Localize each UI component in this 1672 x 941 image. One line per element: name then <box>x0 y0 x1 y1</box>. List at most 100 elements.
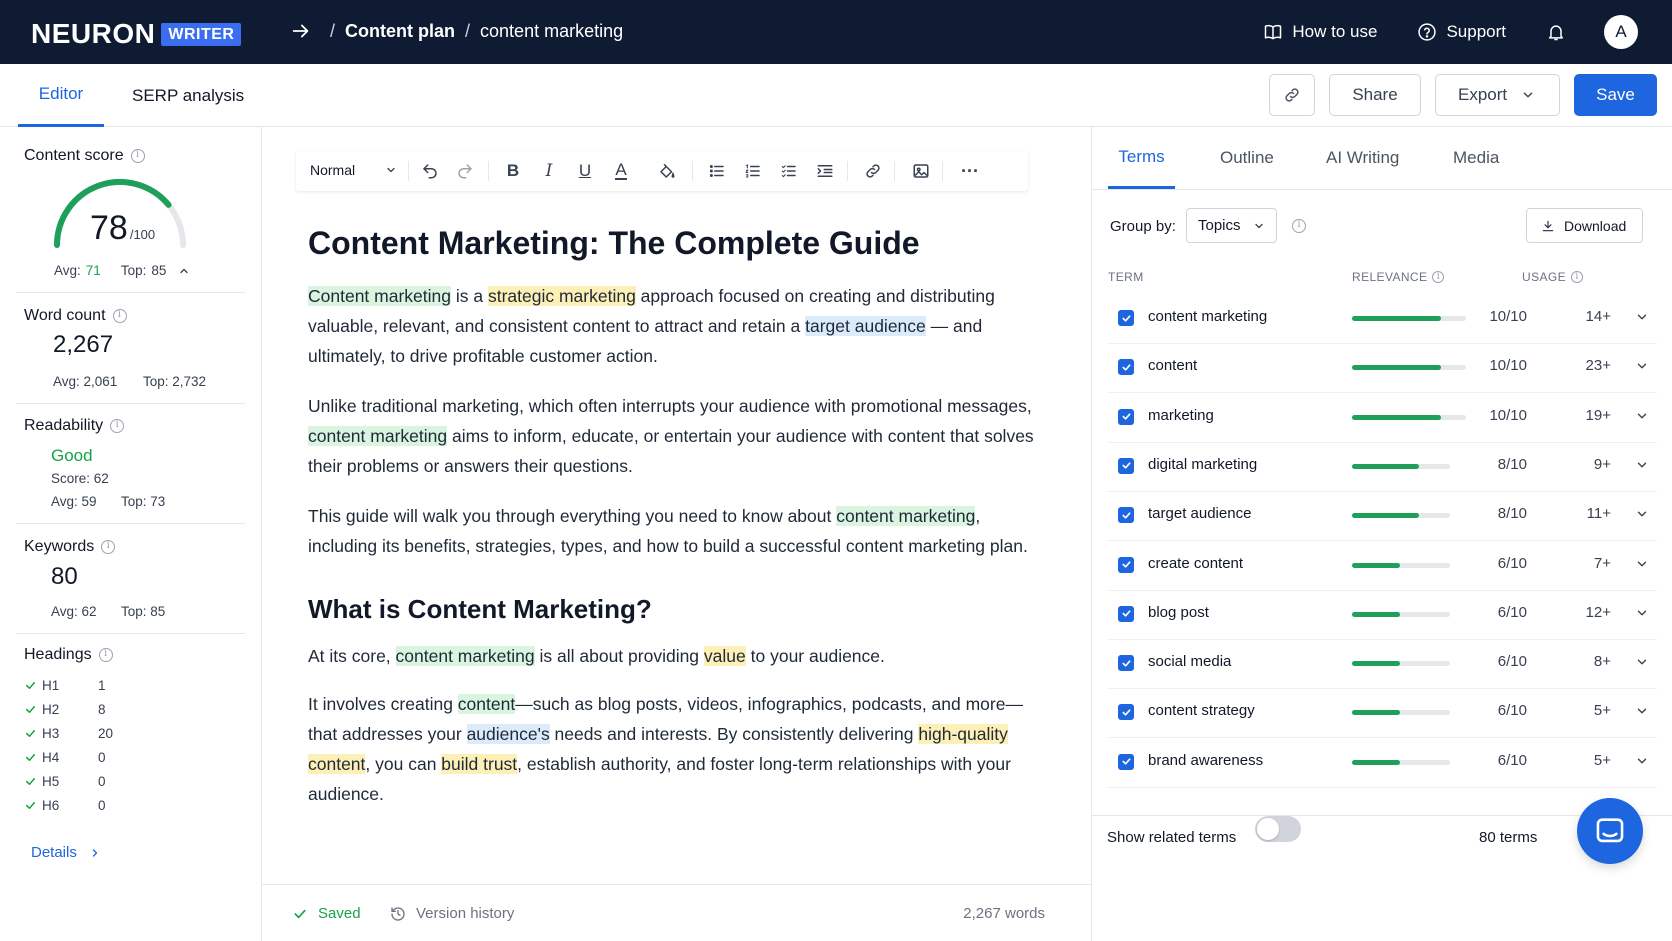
highlighted-term[interactable]: build trust <box>441 754 518 774</box>
highlighted-term[interactable]: value <box>703 646 746 666</box>
bullet-list-icon <box>709 165 724 177</box>
numbered-list-button[interactable] <box>740 159 766 183</box>
chevron-down-icon[interactable] <box>1635 754 1649 768</box>
breadcrumb-content-plan[interactable]: Content plan <box>345 21 455 42</box>
tab-editor[interactable]: Editor <box>18 64 104 127</box>
show-related-toggle[interactable] <box>1255 816 1301 842</box>
support-link[interactable]: Support <box>1417 22 1506 42</box>
paragraph[interactable]: Content marketing is a strategic marketi… <box>308 281 1048 371</box>
text: is all about providing <box>534 646 704 666</box>
term-checkbox[interactable] <box>1118 310 1134 326</box>
term-checkbox[interactable] <box>1118 605 1134 622</box>
export-button[interactable]: Export <box>1435 74 1560 116</box>
group-by-select[interactable]: Topics <box>1186 208 1277 243</box>
text-color-button[interactable]: A <box>608 159 634 183</box>
term-row[interactable]: blog post 6/10 12+ <box>1108 588 1657 640</box>
chat-button[interactable] <box>1577 798 1643 864</box>
term-row[interactable]: content 10/10 23+ <box>1108 341 1657 394</box>
term-checkbox[interactable] <box>1118 359 1134 376</box>
tab-media[interactable]: Media <box>1453 127 1499 189</box>
italic-button[interactable]: I <box>536 159 562 183</box>
insert-image-button[interactable] <box>908 159 934 183</box>
info-icon[interactable] <box>110 419 125 433</box>
paragraph[interactable]: At its core, content marketing is all ab… <box>308 641 1048 671</box>
chevron-down-icon[interactable] <box>1635 359 1649 373</box>
arrow-right-icon[interactable] <box>290 20 312 42</box>
how-to-use-link[interactable]: How to use <box>1263 22 1377 42</box>
tab-terms[interactable]: Terms <box>1108 127 1175 189</box>
info-icon[interactable] <box>1292 219 1306 233</box>
term-checkbox[interactable] <box>1118 753 1134 770</box>
undo-button[interactable] <box>417 159 443 183</box>
tab-serp-analysis[interactable]: SERP analysis <box>132 64 244 127</box>
more-options-button[interactable]: ··· <box>957 159 983 183</box>
indent-button[interactable] <box>812 159 838 183</box>
copy-link-button[interactable] <box>1269 74 1315 116</box>
highlighted-term[interactable]: content marketing <box>308 426 448 446</box>
highlighted-term[interactable]: content <box>457 694 516 714</box>
term-checkbox[interactable] <box>1118 408 1134 425</box>
term-row[interactable]: marketing 10/10 19+ <box>1108 391 1657 443</box>
term-row[interactable]: create content 6/10 7+ <box>1108 539 1657 591</box>
chevron-down-icon[interactable] <box>1635 507 1649 521</box>
highlighted-term[interactable]: audience's <box>466 724 550 744</box>
tab-outline[interactable]: Outline <box>1220 127 1274 189</box>
term-row[interactable]: digital marketing 8/10 9+ <box>1108 440 1657 492</box>
info-icon[interactable] <box>130 149 145 163</box>
info-icon[interactable] <box>1432 271 1445 283</box>
bullet-list-button[interactable] <box>704 159 730 183</box>
save-button[interactable]: Save <box>1574 74 1657 116</box>
term-checkbox[interactable] <box>1118 507 1134 524</box>
term-checkbox[interactable] <box>1118 704 1134 721</box>
chevron-down-icon[interactable] <box>1635 606 1649 620</box>
chevron-down-icon[interactable] <box>1635 458 1649 472</box>
highlighted-term[interactable]: content marketing <box>395 646 535 666</box>
term-row[interactable]: content strategy 6/10 5+ <box>1108 686 1657 739</box>
text-style-select[interactable]: Normal <box>310 162 397 178</box>
document-content[interactable]: Content Marketing: The Complete Guide Co… <box>308 223 1048 809</box>
chevron-up-icon[interactable] <box>178 265 190 277</box>
term-row[interactable]: brand awareness 6/10 5+ <box>1108 736 1657 788</box>
info-icon[interactable] <box>112 309 127 323</box>
term-row[interactable]: target audience 8/10 11+ <box>1108 489 1657 542</box>
info-icon[interactable] <box>101 540 116 554</box>
details-link[interactable]: Details <box>31 844 101 861</box>
term-checkbox[interactable] <box>1118 556 1134 573</box>
checklist-button[interactable] <box>776 159 802 183</box>
info-icon[interactable] <box>1571 271 1584 283</box>
bell-icon[interactable] <box>1546 22 1566 42</box>
highlighted-term[interactable]: strategic marketing <box>487 286 636 306</box>
chevron-down-icon[interactable] <box>1635 655 1649 669</box>
info-icon[interactable] <box>98 648 113 662</box>
chevron-down-icon[interactable] <box>1635 557 1649 571</box>
share-button[interactable]: Share <box>1329 74 1421 116</box>
paragraph[interactable]: Unlike traditional marketing, which ofte… <box>308 391 1048 481</box>
term-checkbox[interactable] <box>1118 457 1134 474</box>
section-heading[interactable]: What is Content Marketing? <box>308 592 1048 626</box>
term-checkbox[interactable] <box>1118 655 1134 672</box>
term-row[interactable]: content marketing 10/10 14+ <box>1108 292 1657 344</box>
insert-link-button[interactable] <box>860 159 886 183</box>
tab-ai-writing[interactable]: AI Writing <box>1326 127 1399 189</box>
chevron-down-icon[interactable] <box>1635 409 1649 423</box>
chevron-down-icon[interactable] <box>1635 310 1649 324</box>
download-button[interactable]: Download <box>1526 208 1643 243</box>
highlight-button[interactable] <box>654 159 680 183</box>
logo[interactable]: NEURON WRITER <box>31 18 242 50</box>
highlighted-term[interactable]: target audience <box>805 316 926 336</box>
document-title[interactable]: Content Marketing: The Complete Guide <box>308 223 1048 263</box>
paragraph[interactable]: It involves creating content—such as blo… <box>308 689 1048 809</box>
bold-button[interactable]: B <box>500 159 526 183</box>
version-history-button[interactable]: Version history <box>390 905 514 922</box>
highlighted-term[interactable]: Content marketing <box>308 286 451 306</box>
term-row[interactable]: social media 6/10 8+ <box>1108 637 1657 690</box>
redo-button[interactable] <box>452 159 478 183</box>
avatar[interactable]: A <box>1604 15 1638 49</box>
highlighted-term[interactable]: content marketing <box>836 506 976 526</box>
redo-icon <box>458 164 472 179</box>
toolbar-divider <box>488 161 489 181</box>
underline-button[interactable]: U <box>572 159 598 183</box>
paragraph[interactable]: This guide will walk you through everyth… <box>308 501 1048 561</box>
relevance-bar <box>1352 513 1450 519</box>
chevron-down-icon[interactable] <box>1635 704 1649 718</box>
